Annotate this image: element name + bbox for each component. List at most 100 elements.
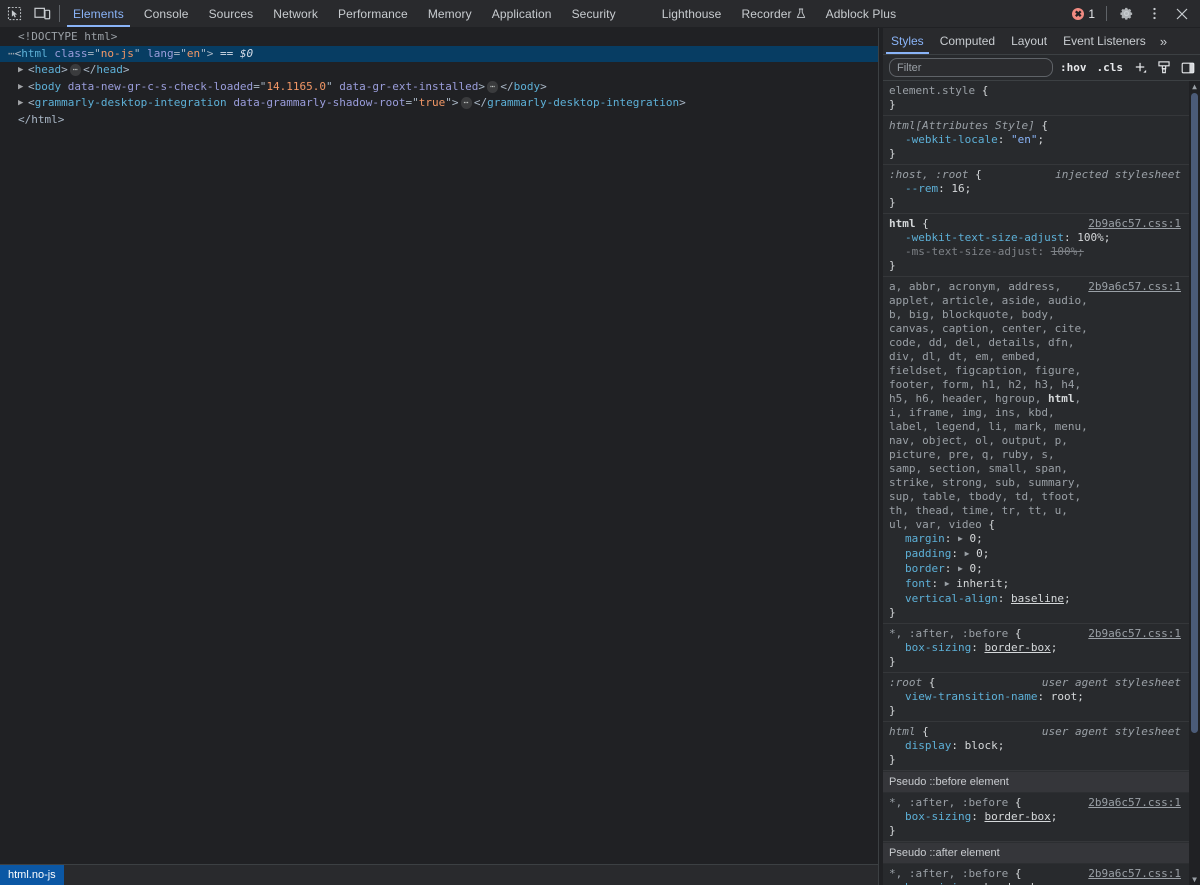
declaration-value[interactable]: border-box	[984, 810, 1050, 823]
error-count-badge[interactable]: ✖ 1	[1066, 7, 1101, 21]
tab-console[interactable]: Console	[134, 0, 199, 27]
rule-origin-link[interactable]: 2b9a6c57.css:1	[1088, 280, 1181, 294]
declaration-property[interactable]: display	[905, 739, 951, 752]
declaration-display[interactable]: display: block;	[889, 739, 1185, 753]
style-rule-html-user-agent[interactable]: html { user agent stylesheet display: bl…	[883, 722, 1189, 771]
style-rule-pseudo-after-box-sizing[interactable]: *, :after, :before { 2b9a6c57.css:1 box-…	[883, 864, 1189, 885]
declaration-padding[interactable]: padding: ▶ 0;	[889, 547, 1185, 562]
style-rule-css-reset[interactable]: a, abbr, acronym, address, applet, artic…	[883, 277, 1189, 624]
style-rule-html[interactable]: html { 2b9a6c57.css:1 -webkit-text-size-…	[883, 214, 1189, 277]
dom-row-head[interactable]: ▶ <head> ⋯ </head>	[0, 62, 878, 79]
tab-application[interactable]: Application	[482, 0, 562, 27]
styles-rule-list[interactable]: element.style { } html[Attributes Style]…	[883, 81, 1200, 885]
tab-styles[interactable]: Styles	[883, 28, 932, 54]
declaration-property[interactable]: vertical-align	[905, 592, 998, 605]
rule-selector[interactable]: a, abbr, acronym, address, applet, artic…	[889, 280, 1088, 531]
declaration-property[interactable]: -ms-text-size-adjust	[905, 245, 1037, 258]
declaration-box-sizing[interactable]: box-sizing: border-box;	[889, 641, 1185, 655]
declaration-property[interactable]: margin	[905, 532, 945, 545]
rule-selector[interactable]: :root	[889, 676, 922, 689]
rule-origin-link[interactable]: 2b9a6c57.css:1	[1088, 796, 1181, 810]
scrollbar-thumb[interactable]	[1191, 93, 1198, 733]
style-rule-element-style[interactable]: element.style { }	[883, 81, 1189, 116]
tab-network[interactable]: Network	[263, 0, 328, 27]
tab-security[interactable]: Security	[562, 0, 626, 27]
declaration-box-sizing[interactable]: box-sizing: border-box;	[889, 881, 1185, 885]
tab-layout[interactable]: Layout	[1003, 28, 1055, 54]
declaration-value[interactable]: "en"	[1011, 133, 1038, 146]
tab-sources[interactable]: Sources	[199, 0, 264, 27]
rule-selector[interactable]: *, :after, :before	[889, 627, 1008, 640]
more-options-icon[interactable]	[1140, 6, 1168, 21]
more-tabs-icon[interactable]: »	[1154, 28, 1173, 54]
rule-selector[interactable]: html	[889, 725, 916, 738]
dom-row-html-close[interactable]: </html>	[0, 112, 878, 129]
declaration-property[interactable]: padding	[905, 547, 951, 560]
declaration-ms-text-size-adjust[interactable]: -ms-text-size-adjust: 100%;	[889, 245, 1185, 259]
tab-performance[interactable]: Performance	[328, 0, 418, 27]
scroll-up-arrow-icon[interactable]: ▲	[1189, 81, 1200, 92]
declaration-value[interactable]: 100%	[1051, 245, 1078, 258]
declaration-property[interactable]: border	[905, 562, 945, 575]
declaration-value[interactable]: inherit	[956, 577, 1002, 590]
rule-selector[interactable]: :host, :root	[889, 168, 968, 181]
expand-arrow-icon[interactable]: ▶	[18, 95, 28, 112]
rule-origin-link[interactable]: 2b9a6c57.css:1	[1088, 217, 1181, 231]
declaration-value[interactable]: 100%	[1077, 231, 1104, 244]
declaration-value[interactable]: root	[1051, 690, 1078, 703]
style-rule-pseudo-before-box-sizing[interactable]: *, :after, :before { 2b9a6c57.css:1 box-…	[883, 793, 1189, 842]
styles-vertical-scrollbar[interactable]: ▲ ▼	[1189, 81, 1200, 885]
declaration-property[interactable]: box-sizing	[905, 641, 971, 654]
tab-elements[interactable]: Elements	[63, 0, 134, 27]
style-rule-root-user-agent[interactable]: :root { user agent stylesheet view-trans…	[883, 673, 1189, 722]
collapsed-children-badge[interactable]: ⋯	[487, 80, 499, 93]
style-rule-html-attributes-style[interactable]: html[Attributes Style] { -webkit-locale:…	[883, 116, 1189, 165]
declaration-border[interactable]: border: ▶ 0;	[889, 562, 1185, 577]
declaration-property[interactable]: --rem	[905, 182, 938, 195]
style-rule-host-root-injected[interactable]: :host, :root { injected stylesheet --rem…	[883, 165, 1189, 214]
declaration-property[interactable]: box-sizing	[905, 810, 971, 823]
breadcrumb-item-html[interactable]: html.no-js	[0, 865, 64, 885]
element-classes-button[interactable]: .cls	[1094, 61, 1127, 74]
device-toolbar-icon[interactable]	[28, 0, 56, 27]
rule-selector[interactable]: element.style	[889, 84, 975, 97]
tab-lighthouse[interactable]: Lighthouse	[652, 0, 732, 27]
dom-row-html-open[interactable]: ⋯<html class="no-js" lang="en"> == $0	[0, 45, 878, 62]
dom-row-grammarly-desktop-integration[interactable]: ▶ <grammarly-desktop-integration data-gra…	[0, 95, 878, 112]
rule-origin-link[interactable]: 2b9a6c57.css:1	[1088, 627, 1181, 641]
declaration-value[interactable]: border-box	[984, 881, 1050, 885]
expand-arrow-icon[interactable]: ▶	[18, 79, 28, 96]
style-rule-box-sizing[interactable]: *, :after, :before { 2b9a6c57.css:1 box-…	[883, 624, 1189, 673]
dom-row-doctype[interactable]: <!DOCTYPE html>	[0, 29, 878, 46]
declaration-value[interactable]: block	[965, 739, 998, 752]
dom-tree[interactable]: <!DOCTYPE html> ⋯<html class="no-js" lan…	[0, 28, 878, 860]
declaration-property[interactable]: box-sizing	[905, 881, 971, 885]
toggle-sidebar-button[interactable]	[1178, 58, 1198, 77]
tab-recorder[interactable]: Recorder	[731, 0, 815, 27]
tab-adblock-plus[interactable]: Adblock Plus	[816, 0, 907, 27]
filter-input[interactable]	[889, 58, 1053, 77]
toggle-pseudo-states-button[interactable]: :hov	[1057, 61, 1090, 74]
rule-origin-link[interactable]: 2b9a6c57.css:1	[1088, 867, 1181, 881]
declaration-box-sizing[interactable]: box-sizing: border-box;	[889, 810, 1185, 824]
settings-gear-icon[interactable]	[1112, 6, 1140, 21]
declaration-webkit-locale[interactable]: -webkit-locale: "en";	[889, 133, 1185, 147]
collapsed-children-badge[interactable]: ⋯	[460, 97, 472, 109]
copy-styles-button[interactable]	[1154, 58, 1174, 77]
rule-selector[interactable]: *, :after, :before	[889, 796, 1008, 809]
close-devtools-icon[interactable]	[1168, 7, 1196, 21]
declaration-property[interactable]: -webkit-text-size-adjust	[905, 231, 1064, 244]
tab-event-listeners[interactable]: Event Listeners	[1055, 28, 1154, 54]
declaration-vertical-align[interactable]: vertical-align: baseline;	[889, 592, 1185, 606]
rule-selector[interactable]: html[Attributes Style]	[889, 119, 1035, 132]
declaration-value[interactable]: 16	[951, 182, 964, 195]
collapsed-children-badge[interactable]: ⋯	[69, 64, 82, 76]
declaration-margin[interactable]: margin: ▶ 0;	[889, 532, 1185, 547]
declaration-rem-var[interactable]: --rem: 16;	[889, 182, 1185, 196]
declaration-property[interactable]: view-transition-name	[905, 690, 1037, 703]
rule-selector[interactable]: *, :after, :before	[889, 867, 1008, 880]
declaration-value[interactable]: border-box	[984, 641, 1050, 654]
declaration-value[interactable]: baseline	[1011, 592, 1064, 605]
declaration-font[interactable]: font: ▶ inherit;	[889, 577, 1185, 592]
declaration-webkit-text-size-adjust[interactable]: -webkit-text-size-adjust: 100%;	[889, 231, 1185, 245]
